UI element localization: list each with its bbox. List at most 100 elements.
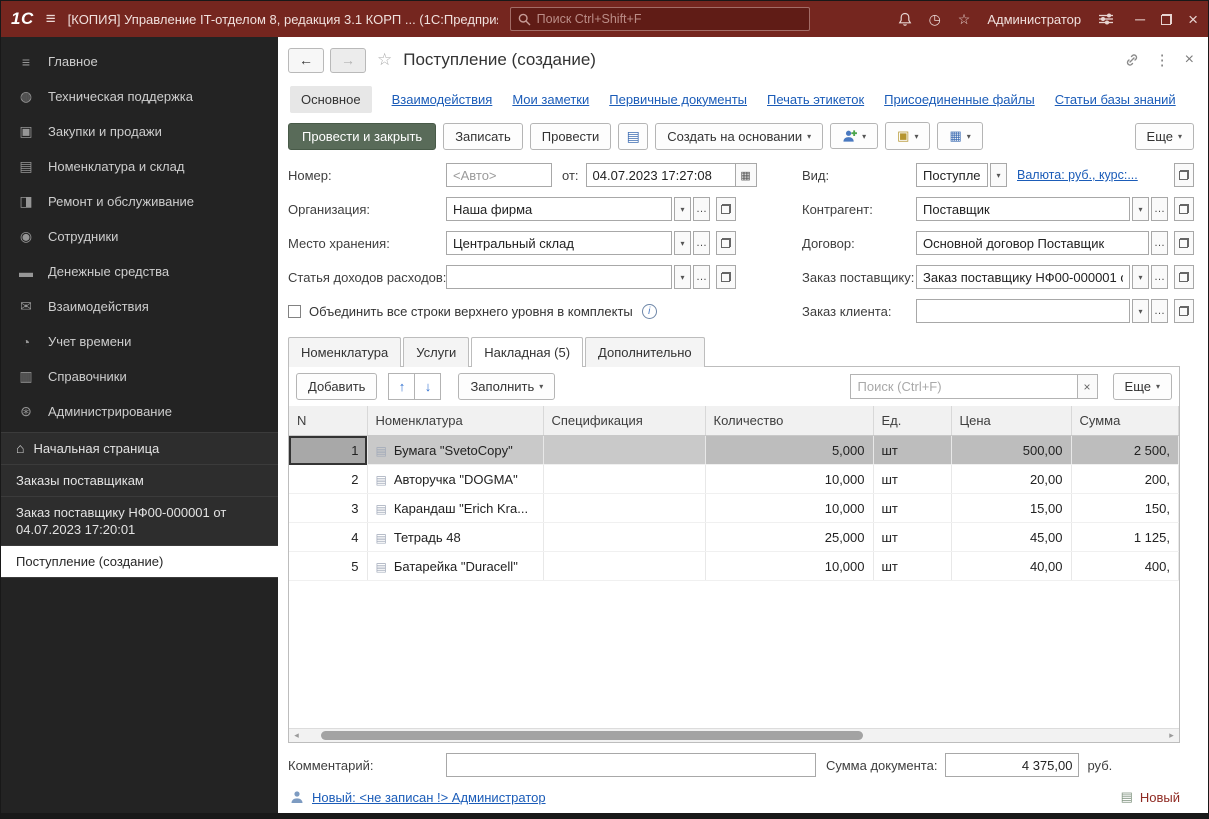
tab-additional[interactable]: Дополнительно (585, 337, 705, 367)
global-search-input[interactable] (536, 12, 802, 26)
comment-input[interactable] (446, 753, 816, 777)
get-link-icon[interactable] (1124, 52, 1140, 68)
unit-cell[interactable]: шт (873, 464, 952, 494)
quantity-cell[interactable]: 10,000 (705, 493, 874, 523)
table-row[interactable]: 3 ▤ Карандаш "Erich Kra... 10,000 шт 15,0… (289, 493, 1179, 523)
global-search-box[interactable] (509, 7, 810, 31)
fill-button[interactable]: Заполнить ▾ (458, 373, 556, 400)
column-header-quantity[interactable]: Количество (705, 406, 874, 436)
table-row[interactable]: 1 ▤ Бумага "SvetoCopy" 5,000 шт 500,00 2 … (289, 435, 1179, 465)
quantity-cell[interactable]: 5,000 (705, 435, 874, 465)
attach-file-button[interactable]: ▣ ▾ (885, 122, 931, 150)
more-menu-icon[interactable]: ⋮ (1155, 53, 1170, 68)
client-order-select-button[interactable]: … (1151, 299, 1168, 323)
contractor-dropdown-button[interactable]: ▾ (1132, 197, 1149, 221)
create-based-on-button[interactable]: Создать на основании ▾ (655, 122, 824, 150)
storage-select-button[interactable]: … (693, 231, 710, 255)
expense-item-input[interactable] (446, 265, 672, 289)
column-header-specification[interactable]: Спецификация (543, 406, 706, 436)
expense-select-button[interactable]: … (693, 265, 710, 289)
more-commands-button[interactable]: Еще ▾ (1134, 122, 1194, 150)
client-order-input[interactable] (916, 299, 1130, 323)
nomenclature-cell[interactable]: ▤ Батарейка "Duracell" (367, 551, 544, 581)
date-picker-button[interactable]: ▦ (734, 163, 757, 187)
sidebar-item-catalogs[interactable]: ▥ Справочники (1, 359, 278, 394)
tab-osnovnoe[interactable]: Основное (290, 85, 372, 113)
restore-window-button[interactable] (1161, 13, 1173, 25)
nav-link-interactions[interactable]: Взаимодействия (392, 92, 493, 107)
storage-open-button[interactable] (716, 231, 736, 255)
sum-cell[interactable]: 400, (1071, 551, 1179, 581)
window-item-supplier-orders[interactable]: Заказы поставщикам (1, 465, 278, 497)
supplier-order-open-button[interactable] (1174, 265, 1194, 289)
write-button[interactable]: Записать (443, 122, 523, 150)
table-row[interactable]: 2 ▤ Авторучка "DOGMA" 10,000 шт 20,00 200… (289, 464, 1179, 494)
document-status-link[interactable]: Новый: <не записан !> Администратор (312, 790, 546, 805)
scroll-left-arrow[interactable]: ◂ (289, 730, 304, 741)
horizontal-scrollbar[interactable]: ◂ ▸ (289, 728, 1179, 742)
scrollbar-thumb[interactable] (321, 731, 863, 740)
add-to-favorites-star-icon[interactable]: ☆ (377, 50, 392, 70)
price-cell[interactable]: 20,00 (951, 464, 1072, 494)
sidebar-item-interactions[interactable]: ✉ Взаимодействия (1, 289, 278, 324)
unit-cell[interactable]: шт (873, 551, 952, 581)
sidebar-item-administration[interactable]: ⊛ Администрирование (1, 394, 278, 429)
unit-cell[interactable]: шт (873, 522, 952, 552)
contract-input[interactable] (916, 231, 1149, 255)
nav-link-knowledge-base[interactable]: Статьи базы знаний (1055, 92, 1176, 107)
window-item-supplier-order-doc[interactable]: Заказ поставщику НФ00-000001 от 04.07.20… (1, 497, 278, 546)
contract-select-button[interactable]: … (1151, 231, 1168, 255)
row-number-cell[interactable]: 2 (289, 464, 368, 494)
post-and-close-button[interactable]: Провести и закрыть (288, 122, 437, 150)
close-document-button[interactable]: × (1185, 52, 1194, 68)
storage-input[interactable] (446, 231, 672, 255)
combine-sets-checkbox[interactable] (288, 304, 301, 318)
main-menu-button[interactable]: ≡ (46, 9, 56, 29)
sum-cell[interactable]: 1 125, (1071, 522, 1179, 552)
date-input[interactable] (585, 163, 736, 187)
supplier-order-select-button[interactable]: … (1151, 265, 1168, 289)
nomenclature-cell[interactable]: ▤ Тетрадь 48 (367, 522, 544, 552)
scroll-right-arrow[interactable]: ▸ (1164, 730, 1179, 741)
minimize-button[interactable]: ─ (1135, 12, 1145, 26)
row-number-cell[interactable]: 4 (289, 522, 368, 552)
sidebar-item-repair-service[interactable]: ◨ Ремонт и обслуживание (1, 184, 278, 219)
price-cell[interactable]: 500,00 (951, 435, 1072, 465)
move-up-button[interactable]: ↑ (388, 373, 416, 400)
unit-cell[interactable]: шт (873, 435, 952, 465)
kind-input[interactable] (916, 163, 988, 187)
column-header-nomenclature[interactable]: Номенклатура (367, 406, 544, 436)
sum-cell[interactable]: 200, (1071, 464, 1179, 494)
organization-select-button[interactable]: … (693, 197, 710, 221)
table-row[interactable]: 5 ▤ Батарейка "Duracell" 10,000 шт 40,00 … (289, 551, 1179, 581)
contractor-input[interactable] (916, 197, 1130, 221)
move-down-button[interactable]: ↓ (414, 373, 442, 400)
sum-cell[interactable]: 2 500, (1071, 435, 1179, 465)
specification-cell[interactable] (543, 551, 706, 581)
nav-link-my-notes[interactable]: Мои заметки (512, 92, 589, 107)
row-number-cell[interactable]: 1 (289, 435, 368, 465)
post-button[interactable]: Провести (529, 122, 612, 150)
specification-cell[interactable] (543, 464, 706, 494)
sidebar-item-money[interactable]: ▬ Денежные средства (1, 254, 278, 289)
row-number-cell[interactable]: 3 (289, 493, 368, 523)
price-cell[interactable]: 45,00 (951, 522, 1072, 552)
organization-open-button[interactable] (716, 197, 736, 221)
quantity-cell[interactable]: 25,000 (705, 522, 874, 552)
create-task-button[interactable]: ▾ (830, 123, 879, 149)
nav-link-attached-files[interactable]: Присоединенные файлы (884, 92, 1035, 107)
contractor-open-button[interactable] (1174, 197, 1194, 221)
unit-cell[interactable]: шт (873, 493, 952, 523)
specification-cell[interactable] (543, 522, 706, 552)
add-row-button[interactable]: Добавить (296, 373, 378, 400)
sum-cell[interactable]: 150, (1071, 493, 1179, 523)
reports-button[interactable]: ▦ ▾ (937, 122, 983, 150)
scrollbar-track[interactable] (304, 729, 1164, 742)
notifications-bell-icon[interactable] (898, 12, 912, 27)
sidebar-item-time-tracking[interactable]: ◔ Учет времени (1, 324, 278, 359)
organization-input[interactable] (446, 197, 672, 221)
contract-open-button[interactable] (1174, 231, 1194, 255)
history-icon[interactable]: ◷ (929, 12, 941, 26)
grid-more-button[interactable]: Еще ▾ (1112, 373, 1172, 400)
close-window-button[interactable]: × (1188, 11, 1198, 28)
